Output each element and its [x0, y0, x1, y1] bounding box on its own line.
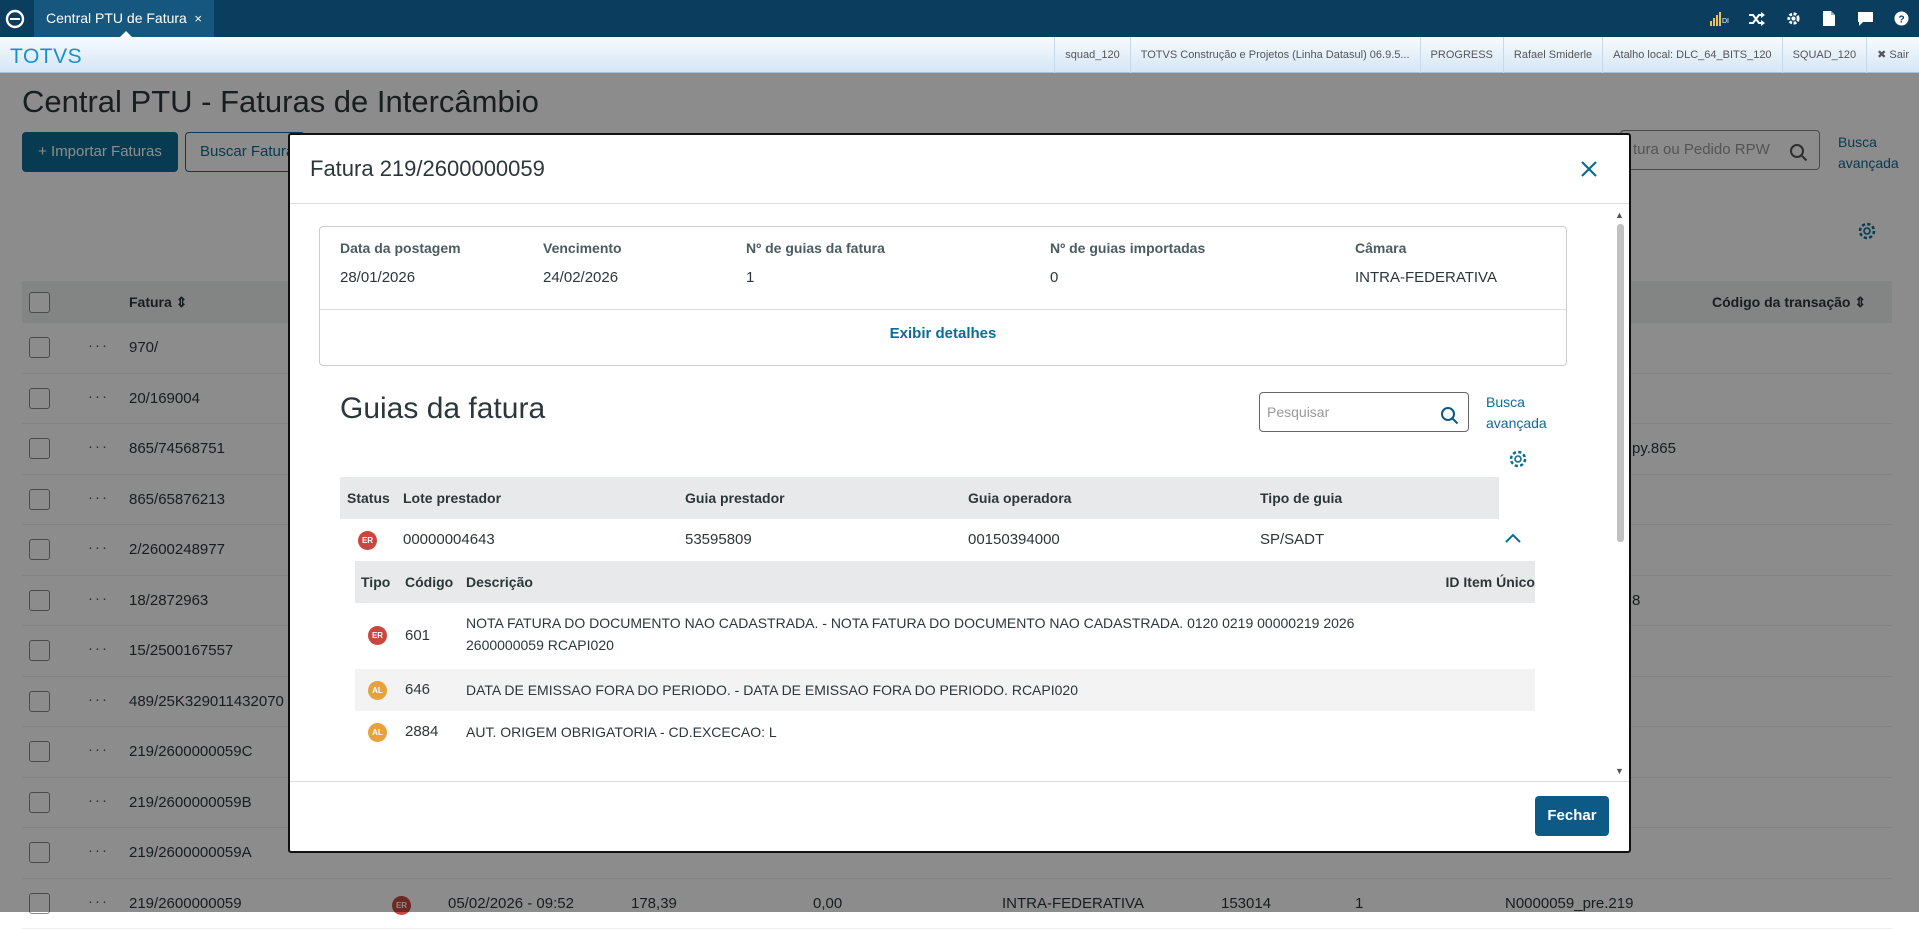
- svg-text:DI: DI: [1722, 18, 1729, 25]
- tab-title: Central PTU de Fatura: [46, 10, 187, 26]
- top-bar: Central PTU de Fatura × DI ?: [0, 0, 1919, 37]
- logout-button[interactable]: ✖ Sair: [1866, 37, 1919, 73]
- guia-tipo: SP/SADT: [1260, 531, 1324, 548]
- guia-operadora: 00150394000: [968, 531, 1060, 548]
- guias-table-header: Status Lote prestador Guia prestador Gui…: [340, 477, 1549, 519]
- info-data-postagem: Data da postagem 28/01/2026: [340, 240, 461, 286]
- col-guia-prestador: Guia prestador: [685, 490, 785, 506]
- modal-title: Fatura 219/2600000059: [310, 156, 545, 182]
- col-codigo: Código: [405, 574, 453, 590]
- col-tipo: Tipo: [361, 574, 390, 590]
- fatura-modal: Fatura 219/2600000059 Data da postagem 2…: [288, 133, 1631, 853]
- info-value: INTRA-FEDERATIVA: [1355, 269, 1497, 286]
- col-id-item-unico: ID Item Único: [1446, 574, 1535, 590]
- col-lote-prestador: Lote prestador: [403, 490, 501, 506]
- info-label: Data da postagem: [340, 240, 461, 256]
- info-label: Nº de guias da fatura: [746, 240, 885, 256]
- session-db: PROGRESS: [1420, 37, 1503, 73]
- session-squad: squad_120: [1054, 37, 1129, 73]
- signal-icon[interactable]: DI: [1703, 0, 1739, 37]
- guias-busca-avancada-link[interactable]: Buscaavançada: [1486, 392, 1547, 434]
- detail-codigo: 601: [405, 627, 430, 644]
- col-tipo-guia: Tipo de guia: [1260, 490, 1342, 506]
- guias-search-input[interactable]: Pesquisar: [1259, 392, 1469, 432]
- detail-table-header: Tipo Código Descrição ID Item Único: [355, 561, 1535, 603]
- type-badge: AL: [368, 723, 387, 742]
- detail-codigo: 646: [405, 681, 430, 698]
- guias-settings-gear-icon[interactable]: [1507, 448, 1529, 470]
- scroll-down-icon[interactable]: ▼: [1615, 766, 1624, 776]
- status-badge: ER: [358, 531, 377, 550]
- session-user: Rafael Smiderle: [1503, 37, 1602, 73]
- exibir-detalhes-link[interactable]: Exibir detalhes: [320, 325, 1566, 342]
- fechar-button[interactable]: Fechar: [1535, 796, 1609, 836]
- detail-row[interactable]: AL 646 DATA DE EMISSAO FORA DO PERIODO. …: [355, 669, 1535, 711]
- session-company: TOTVS Construção e Projetos (Linha Datas…: [1130, 37, 1420, 73]
- guias-section-title: Guias da fatura: [340, 392, 545, 426]
- modal-footer: Fechar: [290, 781, 1629, 851]
- type-badge: AL: [368, 681, 387, 700]
- modal-scrollbar[interactable]: ▲ ▼: [1615, 210, 1625, 776]
- guia-detail-table: Tipo Código Descrição ID Item Único ER 6…: [355, 561, 1535, 753]
- scroll-up-icon[interactable]: ▲: [1615, 210, 1624, 220]
- close-icon[interactable]: [1577, 157, 1601, 181]
- chevron-up-icon[interactable]: [1505, 533, 1521, 543]
- info-label: Vencimento: [543, 240, 622, 256]
- info-value: 24/02/2026: [543, 269, 622, 286]
- info-value: 0: [1050, 269, 1205, 286]
- info-value: 1: [746, 269, 885, 286]
- guia-row[interactable]: ER 00000004643 53595809 00150394000 SP/S…: [340, 519, 1549, 561]
- col-descricao: Descrição: [466, 574, 533, 590]
- detail-descricao: AUT. ORIGEM OBRIGATORIA - CD.EXCECAO: L: [466, 724, 777, 740]
- modal-body[interactable]: Data da postagem 28/01/2026 Vencimento 2…: [290, 204, 1629, 779]
- scroll-thumb[interactable]: [1617, 224, 1624, 542]
- modal-header: Fatura 219/2600000059: [290, 135, 1629, 204]
- gear-icon[interactable]: [1775, 0, 1811, 37]
- info-num-guias: Nº de guias da fatura 1: [746, 240, 885, 286]
- session-env: SQUAD_120: [1782, 37, 1867, 73]
- info-label: Câmara: [1355, 240, 1497, 256]
- svg-text:?: ?: [1898, 14, 1904, 25]
- search-icon[interactable]: [1440, 402, 1460, 440]
- shuffle-icon[interactable]: [1739, 0, 1775, 37]
- divider: [320, 309, 1566, 310]
- guias-table: Status Lote prestador Guia prestador Gui…: [340, 477, 1549, 561]
- detail-descricao: DATA DE EMISSAO FORA DO PERIODO. - DATA …: [466, 682, 1078, 698]
- fatura-info-card: Data da postagem 28/01/2026 Vencimento 2…: [319, 226, 1567, 366]
- session-bar: TOTVS squad_120 TOTVS Construção e Proje…: [0, 37, 1919, 73]
- detail-codigo: 2884: [405, 723, 438, 740]
- guia-prestador: 53595809: [685, 531, 752, 548]
- tab-central-ptu[interactable]: Central PTU de Fatura ×: [34, 0, 214, 37]
- info-value: 28/01/2026: [340, 269, 461, 286]
- guia-lote: 00000004643: [403, 531, 495, 548]
- chat-icon[interactable]: [1847, 0, 1883, 37]
- type-badge: ER: [368, 626, 387, 645]
- info-label: Nº de guias importadas: [1050, 240, 1205, 256]
- session-shortcut: Atalho local: DLC_64_BITS_120: [1602, 37, 1781, 73]
- guias-search-placeholder: Pesquisar: [1267, 404, 1329, 420]
- help-icon[interactable]: ?: [1883, 0, 1919, 37]
- info-vencimento: Vencimento 24/02/2026: [543, 240, 622, 286]
- detail-descricao-line1: NOTA FATURA DO DOCUMENTO NAO CADASTRADA.…: [466, 615, 1354, 631]
- app-logo-icon[interactable]: [4, 8, 26, 30]
- col-status: Status: [347, 490, 390, 506]
- detail-descricao-line2: 2600000059 RCAPI020: [466, 637, 614, 653]
- header-spacer: [1499, 477, 1549, 519]
- info-camara: Câmara INTRA-FEDERATIVA: [1355, 240, 1497, 286]
- document-icon[interactable]: [1811, 0, 1847, 37]
- tab-close-icon[interactable]: ×: [194, 0, 202, 37]
- detail-row[interactable]: ER 601 NOTA FATURA DO DOCUMENTO NAO CADA…: [355, 603, 1535, 669]
- detail-row[interactable]: AL 2884 AUT. ORIGEM OBRIGATORIA - CD.EXC…: [355, 711, 1535, 753]
- info-guias-importadas: Nº de guias importadas 0: [1050, 240, 1205, 286]
- brand-logo: TOTVS: [10, 45, 82, 69]
- col-guia-operadora: Guia operadora: [968, 490, 1071, 506]
